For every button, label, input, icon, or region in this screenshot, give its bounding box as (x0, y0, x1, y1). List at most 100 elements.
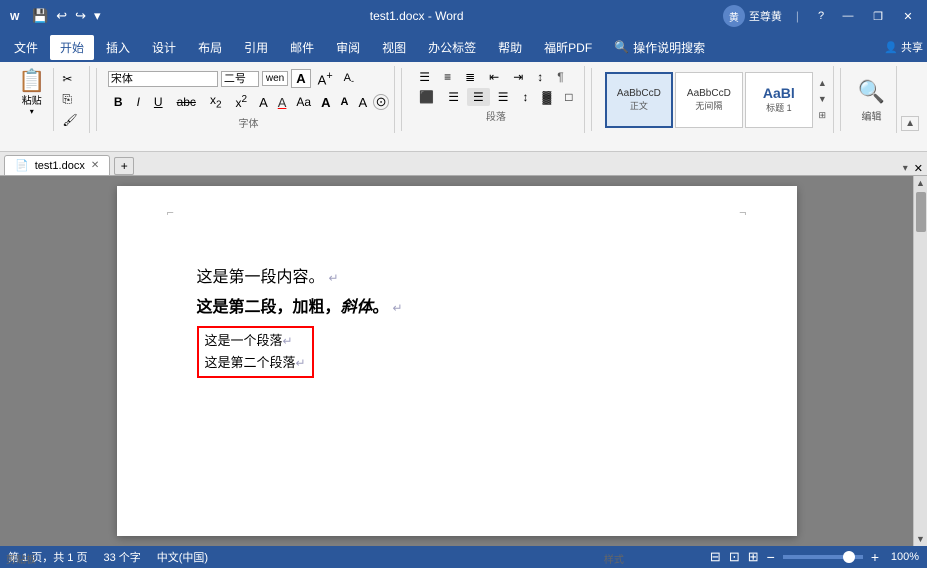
zoom-slider[interactable] (783, 555, 863, 559)
customize-quick-btn[interactable]: ▾ (92, 6, 103, 26)
menu-item-home[interactable]: 开始 (50, 35, 94, 60)
para2-end: 。 (373, 299, 389, 316)
align-right-btn[interactable]: ☰ (492, 88, 515, 106)
bullets-btn[interactable]: ☰ (413, 68, 436, 86)
share-button[interactable]: 👤 共享 (884, 39, 923, 55)
style-no-spacing[interactable]: AaBbCcD 无间隔 (675, 72, 743, 128)
layout-icon-2[interactable]: ⊡ (729, 549, 740, 565)
subscript-button[interactable]: x2 (204, 91, 228, 112)
undo-quick-btn[interactable]: ↩ (54, 6, 69, 26)
font-clear-btn[interactable]: A (354, 93, 371, 112)
multilevel-btn[interactable]: ≣ (459, 68, 481, 86)
sort-btn[interactable]: ↕ (531, 68, 549, 86)
styles-scroll-down[interactable]: ▼ (816, 92, 829, 106)
strikethrough-button[interactable]: abc (171, 93, 202, 111)
cut-button[interactable]: ✂ (58, 70, 81, 88)
scroll-down-btn[interactable]: ▼ (914, 532, 927, 546)
grow-font-btn[interactable]: A+ (314, 68, 337, 89)
new-tab-button[interactable]: + (114, 157, 134, 175)
menu-item-search[interactable]: 🔍 操作说明搜索 (604, 35, 715, 60)
superscript-button[interactable]: x2 (230, 92, 254, 112)
user-section: 黄 至尊黄 (723, 5, 782, 27)
indent-decrease-btn[interactable]: ⇤ (483, 68, 505, 86)
zoom-percent[interactable]: 100% (887, 551, 919, 563)
format-paint-button[interactable]: 🖌 (58, 111, 81, 129)
font-circle-btn[interactable]: ⊙ (373, 94, 389, 110)
help-icon[interactable]: ? (813, 8, 829, 24)
boxed-para-2: 这是第二个段落↵ (205, 352, 306, 374)
save-quick-btn[interactable]: 💾 (30, 6, 50, 26)
style-heading1[interactable]: AaBl 标题 1 (745, 72, 813, 128)
menu-item-office-tabs[interactable]: 办公标签 (418, 35, 486, 60)
menu-item-help[interactable]: 帮助 (488, 35, 532, 60)
tab-close-btn[interactable]: ✕ (91, 160, 99, 171)
zoom-out-btn[interactable]: − (767, 549, 775, 565)
tab-bar: 📄 test1.docx ✕ + ▾ ✕ (0, 152, 927, 176)
layout-icon-1[interactable]: ⊟ (710, 549, 721, 565)
font-A-btn[interactable]: A (291, 69, 310, 88)
font-size-grow2[interactable]: A (317, 93, 334, 112)
font-family-select[interactable]: 宋体 (108, 71, 218, 87)
align-justify-btn[interactable]: ☰ (467, 88, 490, 106)
menu-item-file[interactable]: 文件 (4, 35, 48, 60)
shading-btn[interactable]: ▓ (537, 88, 558, 106)
ribbon-groups: 📋 粘贴 ▾ ✂ ⎘ 🖌 剪贴板 宋体 二号 (6, 66, 921, 133)
scroll-up-btn[interactable]: ▲ (914, 176, 927, 190)
document-tab[interactable]: 📄 test1.docx ✕ (4, 155, 110, 175)
line-spacing-btn[interactable]: ↕ (517, 88, 535, 106)
bold-button[interactable]: B (108, 93, 129, 111)
menu-item-review[interactable]: 审阅 (326, 35, 370, 60)
tab-scroll-down-btn[interactable]: ▾ (903, 163, 908, 174)
font-color-btn[interactable]: A (274, 93, 291, 112)
font-row-1: 宋体 二号 wen A A+ A- (108, 68, 389, 89)
wubi-btn[interactable]: wen (262, 71, 288, 86)
zoom-in-btn[interactable]: + (871, 549, 879, 565)
menu-item-layout[interactable]: 布局 (188, 35, 232, 60)
align-left-btn[interactable]: ⬛ (413, 88, 440, 106)
close-tab-area-btn[interactable]: ✕ (914, 162, 923, 175)
numbering-btn[interactable]: ≡ (438, 68, 457, 86)
boxed-para2-text: 这是第二个段落 (205, 355, 296, 370)
user-name: 至尊黄 (749, 8, 782, 24)
restore-button[interactable]: ❐ (867, 5, 889, 27)
menu-item-foxpdf[interactable]: 福昕PDF (534, 35, 602, 60)
align-center-btn[interactable]: ☰ (442, 88, 465, 106)
font-aa-btn[interactable]: Aa (292, 93, 315, 111)
indent-increase-btn[interactable]: ⇥ (507, 68, 529, 86)
paste-dropdown-icon[interactable]: ▾ (30, 107, 34, 116)
close-button[interactable]: ✕ (897, 5, 919, 27)
para-marks-btn[interactable]: ¶ (551, 68, 569, 86)
menu-item-insert[interactable]: 插入 (96, 35, 140, 60)
title-bar: W 💾 ↩ ↪ ▾ test1.docx - Word 黄 至尊黄 | ? — … (0, 0, 927, 32)
font-size-shrink2[interactable]: A (336, 94, 352, 110)
scroll-thumb[interactable] (916, 192, 926, 232)
paste-button[interactable]: 📋 粘贴 ▾ (10, 68, 54, 131)
ribbon-collapse-btn[interactable]: ▲ (901, 116, 919, 131)
styles-scroll-up[interactable]: ▲ (816, 76, 829, 90)
corner-tr: ¬ (739, 206, 746, 220)
menu-item-references[interactable]: 引用 (234, 35, 278, 60)
minimize-button[interactable]: — (837, 5, 859, 27)
menu-item-design[interactable]: 设计 (142, 35, 186, 60)
para1-mark: ↵ (329, 271, 339, 285)
document-scroll-area[interactable]: ⌐ ¬ 这是第一段内容。 ↵ 这是第二段，加粗，斜体。 ↵ 这是一个段落↵ (0, 176, 913, 546)
paste-icon: 📋 (18, 70, 45, 92)
menu-item-view[interactable]: 视图 (372, 35, 416, 60)
font-highlight-btn[interactable]: A (255, 93, 272, 112)
style-normal[interactable]: AaBbCcD 正文 (605, 72, 673, 128)
menu-item-mailings[interactable]: 邮件 (280, 35, 324, 60)
find-button[interactable]: 🔍 (853, 76, 890, 108)
copy-button[interactable]: ⎘ (58, 90, 81, 109)
style-h1-preview: AaBl (763, 85, 795, 101)
style-normal-preview: AaBbCcD (617, 88, 661, 99)
borders-btn[interactable]: □ (559, 88, 578, 106)
svg-text:W: W (10, 12, 20, 23)
font-size-select[interactable]: 二号 (221, 71, 259, 87)
italic-button[interactable]: I (131, 93, 146, 111)
layout-icon-3[interactable]: ⊞ (748, 549, 759, 565)
shrink-font-btn[interactable]: A- (340, 70, 358, 88)
redo-quick-btn[interactable]: ↪ (73, 6, 88, 26)
vertical-scrollbar[interactable]: ▲ ▼ (913, 176, 927, 546)
styles-expand[interactable]: ⊞ (817, 108, 829, 123)
underline-button[interactable]: U (148, 93, 169, 111)
